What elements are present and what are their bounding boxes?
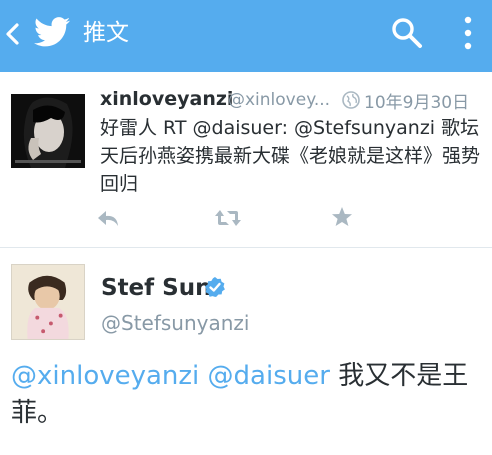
user-handle[interactable]: @Stefsunyanzi [101,311,249,335]
app-header: 推文 [0,0,492,72]
verified-badge-icon [205,277,225,297]
page-title: 推文 [83,20,129,46]
twitter-bird-icon[interactable] [34,17,70,47]
back-arrow-icon[interactable] [2,20,22,48]
favorite-icon[interactable] [331,206,353,228]
display-name[interactable]: Stef Sun [101,275,212,301]
tweet-timestamp: 10年9月30日 [364,93,470,113]
tweet-text: 好雷人 RT @daisuer: @Stefsunyanzi 歌坛天后孙燕姿携最… [100,117,481,195]
display-name[interactable]: xinloveyanzi [100,88,233,110]
globe-icon [342,91,360,109]
retweet-icon[interactable] [214,208,242,228]
tweet-text: @xinloveyanzi @daisuer 我又不是王菲。 [11,358,481,432]
mention-link[interactable]: @daisuer [208,361,330,391]
divider [0,247,492,248]
more-options-icon[interactable] [460,14,476,52]
user-handle[interactable]: @xinlovey... [228,90,330,110]
reply-icon[interactable] [96,208,120,228]
avatar[interactable] [11,94,85,168]
search-icon[interactable] [390,16,424,50]
mention-link[interactable]: @xinloveyanzi [11,361,199,391]
avatar[interactable] [11,264,85,340]
